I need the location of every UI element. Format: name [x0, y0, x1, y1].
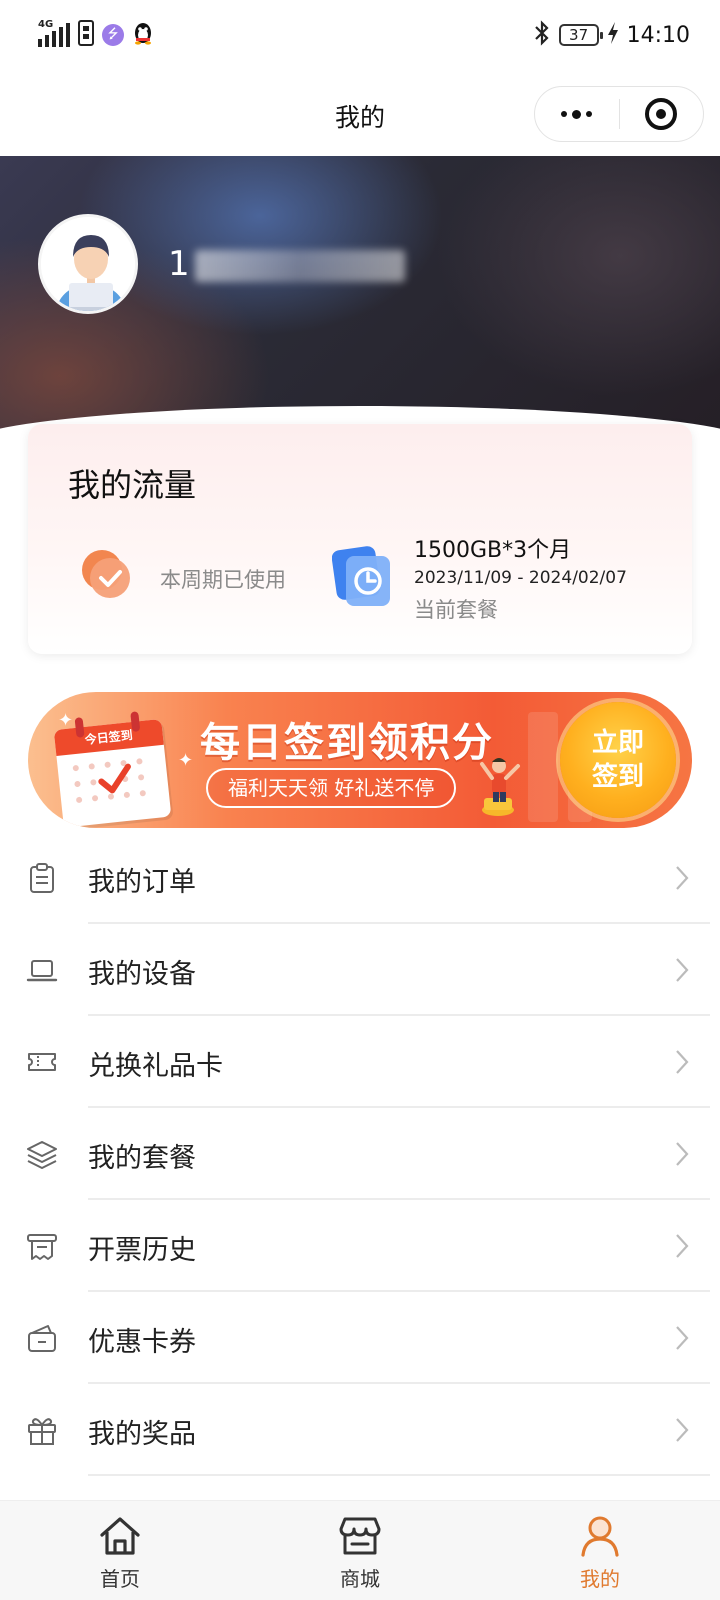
checkin-now-button[interactable]: 立即 签到	[560, 702, 676, 818]
banner-subtitle: 福利天天领 好礼送不停	[206, 768, 457, 808]
menu-label: 我的订单	[88, 867, 196, 898]
store-icon	[339, 1517, 381, 1555]
tab-profile[interactable]: 我的	[480, 1501, 720, 1600]
traffic-card[interactable]: 我的流量 本周期已使用 1500GB*3个月 2023/11/09 - 2024…	[28, 424, 692, 654]
menu-item-devices[interactable]: 我的设备	[0, 924, 720, 1016]
menu-label: 开票历史	[88, 1235, 196, 1266]
gift-card-icon	[28, 1053, 56, 1071]
chevron-right-icon	[676, 1326, 689, 1350]
chevron-right-icon	[676, 1418, 689, 1442]
used-this-cycle-label: 本周期已使用	[160, 568, 286, 592]
checkin-button-line1: 立即	[591, 728, 644, 758]
order-icon	[30, 863, 54, 893]
more-button[interactable]	[535, 87, 619, 141]
package-layers-icon	[27, 1141, 57, 1169]
menu-label: 我的套餐	[88, 1143, 196, 1174]
phone-masked-blur	[194, 249, 405, 282]
cheering-person-icon	[480, 758, 520, 816]
banner-decor-bar	[528, 712, 558, 822]
prize-gift-icon	[28, 1418, 56, 1445]
banner-title: 每日签到领积分	[200, 720, 494, 766]
battery-indicator: 37	[558, 24, 603, 46]
phone-number: 1	[168, 244, 405, 284]
profile-header: 1	[0, 156, 720, 446]
menu-item-coupons[interactable]: 优惠卡券	[0, 1292, 720, 1384]
usage-check-icon	[82, 550, 130, 598]
more-dots-icon	[561, 109, 593, 119]
invoice-icon	[27, 1234, 57, 1260]
bottom-tab-bar: 首页 商城 我的	[0, 1500, 720, 1600]
calendar-icon: 今日签到	[53, 708, 178, 828]
sim-icon	[78, 20, 94, 50]
qq-penguin-icon	[132, 21, 154, 49]
status-right: 37 14:10	[533, 20, 690, 50]
target-circle-icon	[645, 98, 678, 130]
bluetooth-icon	[533, 20, 551, 50]
menu-item-prizes[interactable]: 我的奖品	[0, 1384, 720, 1476]
avatar[interactable]	[38, 214, 138, 314]
user-avatar-icon	[41, 217, 135, 311]
home-icon	[100, 1517, 140, 1555]
close-miniprogram-button[interactable]	[620, 87, 704, 141]
menu-item-invoice-history[interactable]: 开票历史	[0, 1200, 720, 1292]
checkin-banner[interactable]: ✦ ✦ 今日签到 每日签到领积分 福利天天领 好礼送不停 立即 签到	[28, 692, 692, 828]
menu-item-gift-card[interactable]: 兑换礼品卡	[0, 1016, 720, 1108]
nav-bar: 我的	[0, 72, 720, 156]
menu-list: 我的订单 我的设备 兑换礼品卡 我的套餐 开票历史 优惠卡券 我的奖品	[0, 832, 720, 1476]
chevron-right-icon	[676, 866, 689, 890]
phone-prefix: 1	[168, 244, 191, 284]
usb-icon: ⭍	[102, 24, 124, 46]
plan-name: 1500GB*3个月	[414, 538, 572, 563]
menu-label: 兑换礼品卡	[88, 1051, 223, 1082]
plan-chart-icon	[332, 546, 390, 606]
tab-store[interactable]: 商城	[240, 1501, 480, 1600]
plan-dates: 2023/11/09 - 2024/02/07	[414, 568, 627, 588]
coupon-wallet-icon	[28, 1325, 56, 1352]
clock: 14:10	[626, 22, 690, 48]
menu-item-orders[interactable]: 我的订单	[0, 832, 720, 924]
current-plan-label: 当前套餐	[414, 598, 498, 622]
chevron-right-icon	[676, 958, 689, 982]
menu-label: 我的设备	[88, 959, 196, 990]
traffic-title: 我的流量	[68, 466, 197, 504]
device-icon	[26, 960, 58, 982]
sparkle-icon: ✦	[178, 750, 194, 771]
profile-icon	[581, 1516, 619, 1557]
chevron-right-icon	[676, 1050, 689, 1074]
tab-label: 首页	[100, 1567, 140, 1591]
divider	[88, 1474, 710, 1476]
chevron-right-icon	[676, 1142, 689, 1166]
menu-label: 我的奖品	[88, 1419, 196, 1450]
menu-label: 优惠卡券	[88, 1327, 196, 1358]
charging-icon	[607, 21, 619, 49]
status-bar: 4G ⭍ 37 14:10	[0, 0, 720, 72]
status-left: 4G ⭍	[38, 19, 154, 50]
signal-icon: 4G	[38, 19, 70, 47]
checkin-button-line2: 签到	[591, 762, 644, 792]
menu-item-packages[interactable]: 我的套餐	[0, 1108, 720, 1200]
tab-home[interactable]: 首页	[0, 1501, 240, 1600]
tab-label: 我的	[580, 1567, 620, 1591]
miniprogram-capsule	[534, 86, 704, 142]
chevron-right-icon	[676, 1234, 689, 1258]
tab-label: 商城	[340, 1567, 380, 1591]
